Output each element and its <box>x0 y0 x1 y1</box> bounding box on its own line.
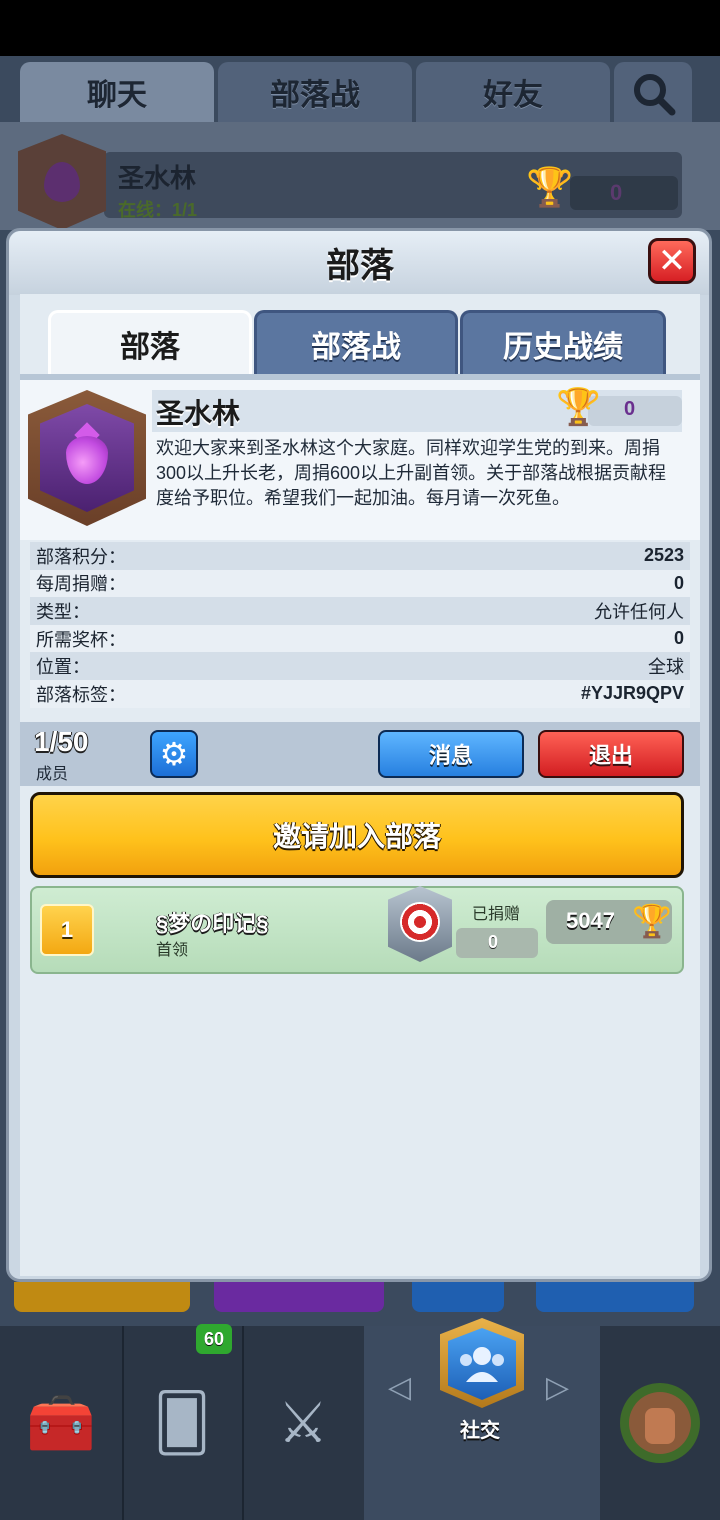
gear-icon: ⚙ <box>159 736 189 772</box>
member-rank: 1 <box>40 904 94 956</box>
social-icon <box>448 1328 516 1400</box>
member-count: 1/50 <box>34 726 89 757</box>
nav-shop[interactable]: 🧰 <box>0 1326 124 1520</box>
nav-battle[interactable]: ⚔ <box>242 1326 366 1520</box>
clan-name: 圣水林 <box>156 398 241 429</box>
background-remnant-blue-2 <box>536 1282 694 1312</box>
stat-row-location: 位置： 全球 <box>30 652 690 680</box>
stat-value: 允许任何人 <box>594 601 684 622</box>
stat-value: 0 <box>673 572 684 593</box>
clan-description: 欢迎大家来到圣水林这个大家庭。同样欢迎学生党的到来。周捐300以上升长老，周捐6… <box>156 438 667 508</box>
stat-row-weekly-donations: 每周捐赠： 0 <box>30 569 690 598</box>
stat-row-type: 类型： 允许任何人 <box>30 597 690 625</box>
stat-label: 部落积分： <box>36 546 126 567</box>
modal-title: 部落 <box>326 247 394 285</box>
elixir-drop-icon <box>44 162 80 202</box>
stat-value: 2523 <box>643 545 684 566</box>
stat-label: 部落标签： <box>36 684 126 705</box>
stat-row-required-trophies: 所需奖杯： 0 <box>30 624 690 653</box>
background-remnant-yellow <box>14 1282 190 1312</box>
stat-label: 所需奖杯： <box>36 629 126 650</box>
stat-label: 每周捐赠： <box>36 574 126 595</box>
donated-value: 0 <box>488 932 499 952</box>
status-bar <box>0 0 720 56</box>
social-label: 社交 <box>460 1420 500 1442</box>
member-trophies: 5047 <box>566 908 615 933</box>
target-icon <box>400 902 440 942</box>
tab-history[interactable]: 历史战绩 <box>460 310 666 374</box>
cards-icon: 🂠 <box>153 1391 211 1454</box>
stat-row-clan-tag: 部落标签： #YJJR9QPV <box>30 679 690 708</box>
member-label: 成员 <box>36 766 69 783</box>
nav-right-arrow-icon: ▷ <box>546 1371 570 1404</box>
tab-clan[interactable]: 部落 <box>48 310 252 374</box>
nav-left-arrow-icon: ◁ <box>388 1371 412 1404</box>
tab-clan-war-modal[interactable]: 部落战 <box>254 310 458 374</box>
close-icon: ✕ <box>657 242 687 280</box>
close-button[interactable]: ✕ <box>648 238 696 284</box>
stat-value: 全球 <box>648 657 684 678</box>
card-count-badge: 60 <box>196 1324 232 1354</box>
donated-label: 已捐赠 <box>472 906 521 923</box>
stat-label: 类型： <box>36 601 90 622</box>
background-trophy-value: 0 <box>610 180 623 205</box>
member-name: §梦の印记§ <box>156 911 269 936</box>
clan-trophy-value: 0 <box>624 398 636 420</box>
stat-value: #YJJR9QPV <box>580 683 684 704</box>
tab-chat[interactable]: 聊天 <box>20 62 214 122</box>
avatar <box>620 1383 700 1463</box>
nav-cards[interactable]: 🂠 <box>122 1326 244 1520</box>
background-online-count: 在线：1/1 <box>118 200 198 220</box>
nav-events[interactable] <box>600 1326 720 1520</box>
swords-icon: ⚔ <box>277 1391 329 1454</box>
invite-button[interactable]: 邀请加入部落 <box>30 792 684 878</box>
chest-icon: 🧰 <box>26 1391 96 1454</box>
trophy-icon: 🏆 <box>632 903 672 939</box>
background-trophy-box <box>570 176 678 210</box>
background-clan-name: 圣水林 <box>118 163 197 193</box>
stat-value: 0 <box>673 628 684 649</box>
settings-button[interactable]: ⚙ <box>150 730 198 778</box>
stat-label: 位置： <box>36 657 90 678</box>
background-remnant-purple <box>214 1282 384 1312</box>
stat-row-clan-score: 部落积分： 2523 <box>30 542 690 570</box>
tab-friends[interactable]: 好友 <box>416 62 610 122</box>
search-button[interactable] <box>614 62 692 122</box>
exit-button[interactable]: 退出 <box>538 730 684 778</box>
trophy-icon: 🏆 <box>526 167 574 209</box>
trophy-icon: 🏆 <box>556 386 601 427</box>
search-icon <box>634 74 676 116</box>
clan-stats: 部落积分： 2523 每周捐赠： 0 类型： 允许任何人 所需奖杯： 0 位置： 全球 部… <box>30 542 690 708</box>
tab-clan-war[interactable]: 部落战 <box>218 62 412 122</box>
member-role: 首领 <box>156 942 189 959</box>
background-remnant-blue <box>412 1282 504 1312</box>
message-button[interactable]: 消息 <box>378 730 524 778</box>
